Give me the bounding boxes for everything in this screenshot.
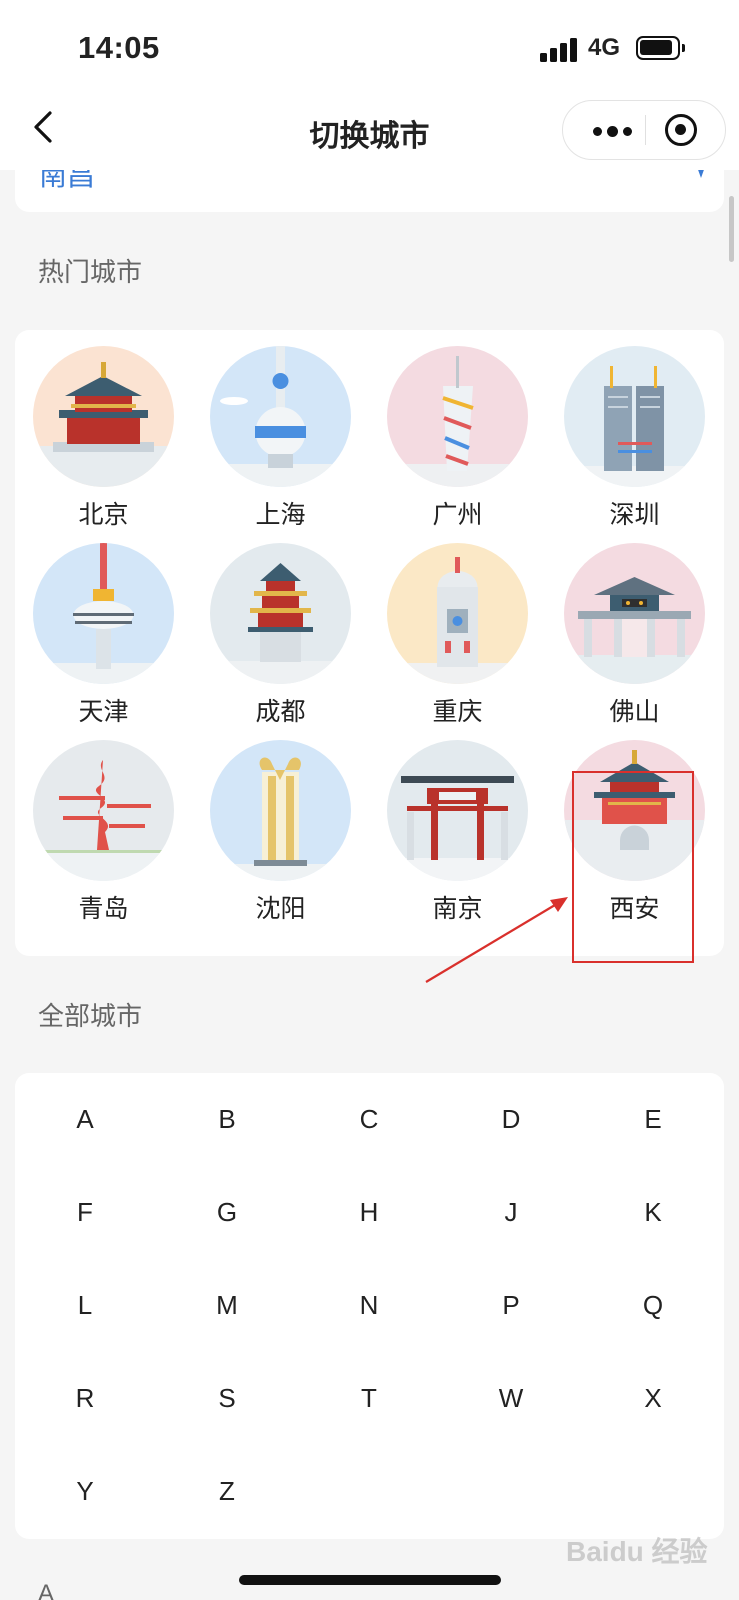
letter-r[interactable]: R	[55, 1368, 115, 1428]
city-beijing[interactable]: 北京	[15, 330, 192, 529]
home-indicator[interactable]	[239, 1575, 501, 1585]
network-type: 4G	[588, 34, 621, 61]
city-shanghai[interactable]: 上海	[192, 330, 369, 529]
letter-k[interactable]: K	[623, 1182, 683, 1242]
foshan-landmark-icon	[564, 543, 705, 684]
nanjing-landmark-icon	[387, 740, 528, 881]
city-chengdu[interactable]: 成都	[192, 527, 369, 726]
letter-a[interactable]: A	[55, 1089, 115, 1149]
letter-y[interactable]: Y	[55, 1461, 115, 1521]
city-name: 西安	[609, 894, 660, 923]
city-name: 天津	[78, 697, 129, 726]
letter-l[interactable]: L	[55, 1275, 115, 1335]
letter-m[interactable]: M	[197, 1275, 257, 1335]
list-section-header: A	[38, 1580, 55, 1600]
letter-index-card: A B C D E F G H J K L M N P Q R S T W X …	[15, 1073, 724, 1539]
chongqing-landmark-icon	[387, 543, 528, 684]
letter-t[interactable]: T	[339, 1368, 399, 1428]
letter-x[interactable]: X	[623, 1368, 683, 1428]
letter-d[interactable]: D	[481, 1089, 541, 1149]
status-bar: 14:05 4G	[0, 0, 739, 95]
all-cities-heading: 全部城市	[38, 1002, 143, 1032]
more-button[interactable]	[585, 101, 645, 159]
city-tianjin[interactable]: 天津	[15, 527, 192, 726]
letter-g[interactable]: G	[197, 1182, 257, 1242]
close-miniprogram-icon[interactable]	[665, 114, 697, 146]
watermark: Baidu 经验	[566, 1536, 708, 1567]
city-name: 深圳	[609, 500, 660, 529]
letter-f[interactable]: F	[55, 1182, 115, 1242]
chengdu-landmark-icon	[210, 543, 351, 684]
mini-program-capsule	[562, 100, 726, 160]
city-name: 成都	[255, 697, 306, 726]
shenyang-landmark-icon	[210, 740, 351, 881]
hot-cities-heading: 热门城市	[38, 258, 143, 288]
letter-p[interactable]: P	[481, 1275, 541, 1335]
letter-c[interactable]: C	[339, 1089, 399, 1149]
signal-icon	[540, 38, 578, 62]
city-name: 佛山	[609, 697, 660, 726]
guangzhou-landmark-icon	[387, 346, 528, 487]
letter-z[interactable]: Z	[197, 1461, 257, 1521]
city-name: 重庆	[432, 697, 483, 726]
city-name: 北京	[78, 500, 129, 529]
letter-q[interactable]: Q	[623, 1275, 683, 1335]
letter-n[interactable]: N	[339, 1275, 399, 1335]
shanghai-landmark-icon	[210, 346, 351, 487]
city-name: 南京	[432, 894, 483, 923]
city-xian[interactable]: 西安	[546, 724, 723, 923]
battery-icon	[636, 36, 685, 60]
nav-bar: 切换城市	[0, 95, 739, 170]
qingdao-landmark-icon	[33, 740, 174, 881]
city-name: 沈阳	[255, 894, 306, 923]
letter-e[interactable]: E	[623, 1089, 683, 1149]
status-time: 14:05	[78, 30, 160, 65]
hot-cities-card: 北京 上海 广州 深圳 天津 成都 重庆 佛山 青岛 沈阳 南京 西安	[15, 330, 724, 956]
beijing-landmark-icon	[33, 346, 174, 487]
letter-j[interactable]: J	[481, 1182, 541, 1242]
letter-s[interactable]: S	[197, 1368, 257, 1428]
city-name: 青岛	[78, 894, 129, 923]
shenzhen-landmark-icon	[564, 346, 705, 487]
city-guangzhou[interactable]: 广州	[369, 330, 546, 529]
city-shenyang[interactable]: 沈阳	[192, 724, 369, 923]
xian-landmark-icon	[564, 740, 705, 881]
city-name: 上海	[255, 500, 306, 529]
tianjin-landmark-icon	[33, 543, 174, 684]
city-name: 广州	[432, 500, 483, 529]
capsule-divider	[645, 115, 646, 145]
city-qingdao[interactable]: 青岛	[15, 724, 192, 923]
city-nanjing[interactable]: 南京	[369, 724, 546, 923]
letter-b[interactable]: B	[197, 1089, 257, 1149]
scrollbar[interactable]	[729, 196, 734, 262]
city-foshan[interactable]: 佛山	[546, 527, 723, 726]
letter-w[interactable]: W	[481, 1368, 541, 1428]
letter-h[interactable]: H	[339, 1182, 399, 1242]
city-shenzhen[interactable]: 深圳	[546, 330, 723, 529]
city-chongqing[interactable]: 重庆	[369, 527, 546, 726]
